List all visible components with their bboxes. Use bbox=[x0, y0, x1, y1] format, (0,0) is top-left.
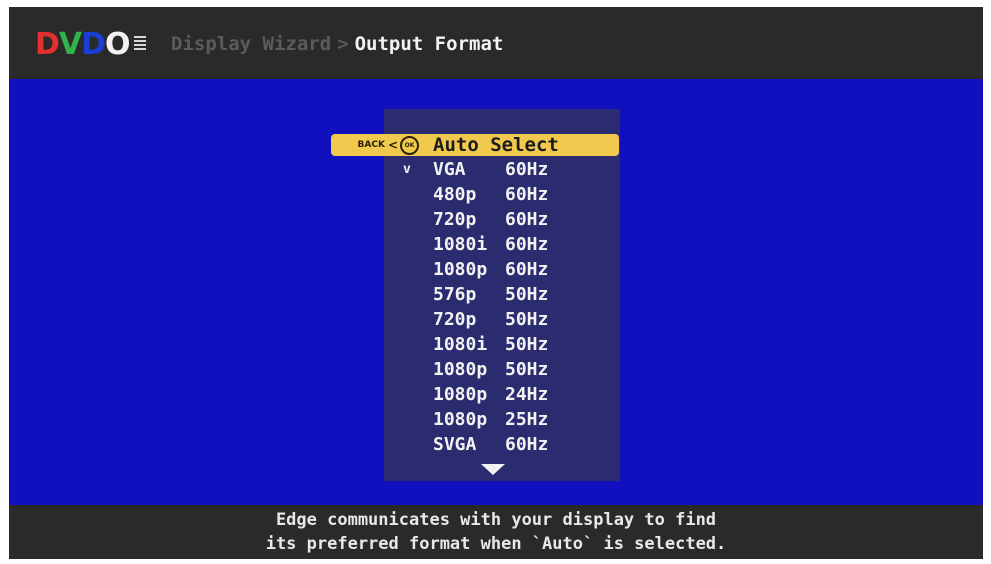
logo-mark-icon bbox=[133, 36, 146, 52]
menu-item-rate: 50Hz bbox=[505, 334, 549, 355]
logo-letter: D bbox=[81, 26, 106, 62]
ok-button-icon: OK bbox=[400, 135, 419, 155]
help-text-bar: Edge communicates with your display to f… bbox=[9, 505, 983, 559]
menu-item-rate: 50Hz bbox=[505, 284, 549, 305]
menu-item[interactable]: v VGA 60Hz bbox=[403, 157, 549, 182]
breadcrumb: Display Wizard > Output Format bbox=[171, 33, 503, 55]
logo-letter: D bbox=[35, 26, 60, 62]
menu-item[interactable]: 720p 50Hz bbox=[433, 307, 548, 332]
menu-item-rate: 60Hz bbox=[505, 234, 549, 255]
menu-item-rate: 50Hz bbox=[505, 309, 549, 330]
menu-item-rate: 60Hz bbox=[505, 159, 549, 180]
menu-item-resolution: 720p bbox=[433, 209, 477, 230]
menu-item[interactable]: 1080p 50Hz bbox=[433, 357, 548, 382]
breadcrumb-separator: > bbox=[337, 33, 349, 55]
menu-item[interactable]: 1080i 60Hz bbox=[433, 232, 548, 257]
menu-item-resolution: SVGA bbox=[433, 434, 477, 455]
menu-item-resolution: VGA bbox=[433, 159, 466, 180]
format-list: v VGA 60Hz 480p 60Hz 720p 60Hz 1080i 60Hz 108… bbox=[403, 157, 549, 457]
menu-item-resolution: 1080p bbox=[433, 259, 488, 280]
menu-item[interactable]: 720p 60Hz bbox=[433, 207, 548, 232]
menu-item-resolution: 1080p bbox=[433, 384, 488, 405]
scroll-down-arrow-icon[interactable] bbox=[481, 464, 505, 475]
header-bar: D V D O Display Wizard > Output Format bbox=[9, 7, 983, 79]
checkmark-icon: v bbox=[403, 162, 411, 177]
menu-item-rate: 50Hz bbox=[505, 359, 549, 380]
menu-item[interactable]: 1080p 25Hz bbox=[433, 407, 548, 432]
menu-item[interactable]: 1080p 24Hz bbox=[433, 382, 548, 407]
breadcrumb-current: Output Format bbox=[354, 33, 504, 55]
menu-item-resolution: 1080p bbox=[433, 409, 488, 430]
menu-item[interactable]: SVGA 60Hz bbox=[433, 432, 548, 457]
menu-item-rate: 25Hz bbox=[505, 409, 549, 430]
back-button[interactable]: BACK < OK bbox=[331, 134, 423, 156]
menu-item-rate: 60Hz bbox=[505, 259, 549, 280]
logo-letter: V bbox=[58, 26, 82, 62]
menu-item[interactable]: 1080i 50Hz bbox=[433, 332, 548, 357]
help-text-line: its preferred format when `Auto` is sele… bbox=[265, 534, 727, 554]
menu-item-label: Auto Select bbox=[433, 134, 559, 156]
menu-item-rate: 24Hz bbox=[505, 384, 549, 405]
logo-letter: O bbox=[105, 26, 130, 62]
menu-item-rate: 60Hz bbox=[505, 184, 549, 205]
menu-item-resolution: 1080i bbox=[433, 334, 488, 355]
help-text-line: Edge communicates with your display to f… bbox=[275, 510, 717, 530]
back-label: BACK bbox=[357, 140, 385, 150]
menu-item-rate: 60Hz bbox=[505, 434, 549, 455]
menu-item[interactable]: 480p 60Hz bbox=[433, 182, 548, 207]
menu-item-resolution: 1080p bbox=[433, 359, 488, 380]
dvdo-logo: D V D O bbox=[35, 26, 146, 62]
menu-item-resolution: 720p bbox=[433, 309, 477, 330]
menu-item-selected[interactable]: Auto Select bbox=[423, 134, 619, 156]
tv-screen: D V D O Display Wizard > Output Format BAC… bbox=[9, 7, 983, 559]
menu-item[interactable]: 1080p 60Hz bbox=[433, 257, 548, 282]
back-arrow-icon: < bbox=[387, 138, 398, 152]
breadcrumb-parent[interactable]: Display Wizard bbox=[171, 33, 331, 55]
menu-item-resolution: 480p bbox=[433, 184, 477, 205]
menu-item-resolution: 576p bbox=[433, 284, 477, 305]
menu-item[interactable]: 576p 50Hz bbox=[433, 282, 548, 307]
menu-item-rate: 60Hz bbox=[505, 209, 549, 230]
menu-item-resolution: 1080i bbox=[433, 234, 488, 255]
